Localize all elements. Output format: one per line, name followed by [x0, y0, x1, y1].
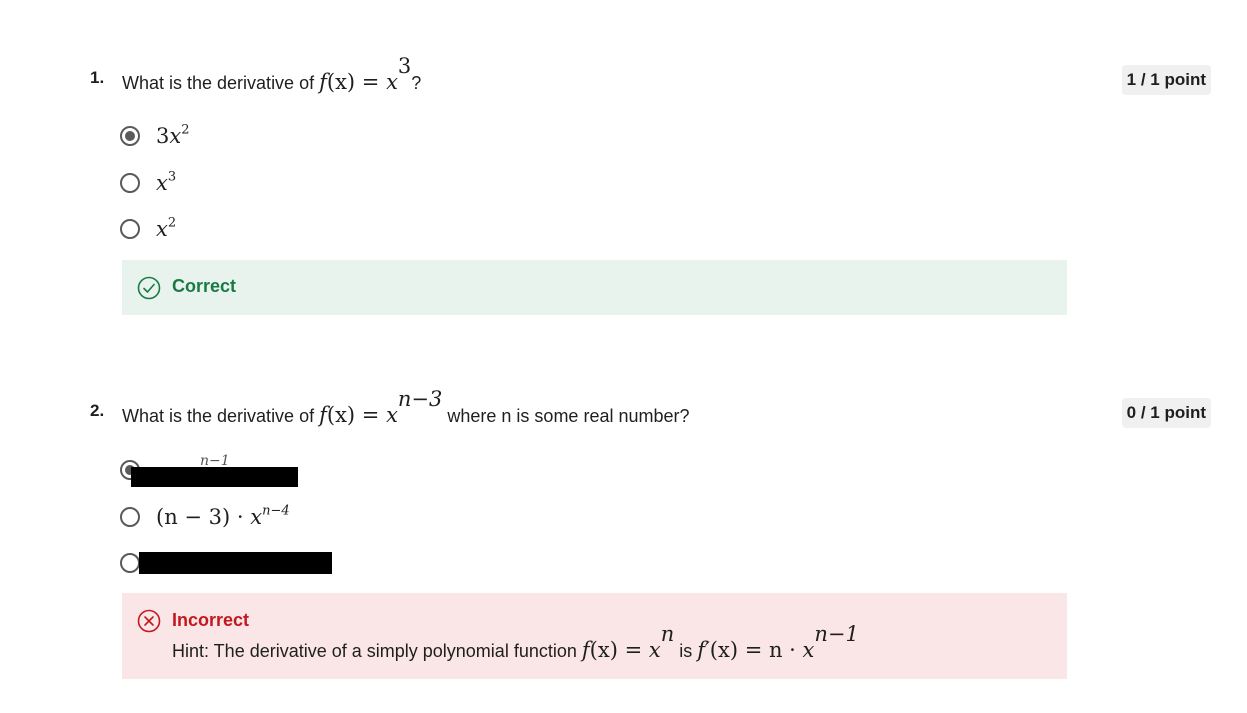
- answer-option[interactable]: (n − 3) · xn−4: [120, 502, 290, 532]
- answer-option[interactable]: [120, 548, 140, 578]
- x-circle-icon: [137, 609, 161, 633]
- feedback-correct: Correct: [122, 260, 1067, 315]
- prompt-text: where n is some real number?: [442, 405, 690, 426]
- feedback-title: Correct: [172, 276, 237, 296]
- option-label: 3x2: [156, 121, 190, 148]
- question-number: 2.: [90, 401, 105, 420]
- feedback-incorrect: Incorrect Hint: The derivative of a simp…: [122, 593, 1067, 679]
- option-label: (n − 3) · xn−4: [156, 502, 290, 529]
- prompt-math: f: [319, 69, 327, 94]
- points-badge: 0 / 1 point: [1121, 398, 1211, 428]
- prompt-math-exponent: 3: [397, 54, 412, 78]
- radio-button[interactable]: [120, 219, 140, 239]
- option-label: x2: [156, 214, 177, 241]
- question-prompt: What is the derivative of f(x) = xn−3 wh…: [122, 389, 690, 427]
- prompt-math: f: [319, 402, 327, 427]
- prompt-math: (x): [326, 402, 356, 427]
- points-badge: 1 / 1 point: [1121, 65, 1211, 95]
- radio-button[interactable]: [120, 126, 140, 146]
- radio-button[interactable]: [120, 553, 140, 573]
- feedback-hint: Hint: The derivative of a simply polynom…: [172, 622, 859, 662]
- prompt-text: What is the derivative of: [122, 72, 320, 93]
- prompt-math: (x): [326, 69, 356, 94]
- feedback-title: Incorrect: [172, 610, 250, 630]
- prompt-math: x: [386, 69, 398, 94]
- answer-option[interactable]: x2: [120, 214, 176, 244]
- prompt-math-exponent: n−3: [397, 387, 443, 411]
- prompt-text: ?: [411, 72, 422, 93]
- radio-button[interactable]: [120, 507, 140, 527]
- check-circle-icon: [137, 276, 161, 300]
- answer-option[interactable]: 3x2: [120, 121, 190, 151]
- option-label: x3: [156, 168, 177, 195]
- radio-button[interactable]: [120, 173, 140, 193]
- prompt-math: =: [355, 69, 387, 94]
- redaction-bar: [139, 552, 332, 574]
- question-number: 1.: [90, 68, 105, 87]
- question-prompt: What is the derivative of f(x) = x3?: [122, 56, 422, 94]
- answer-option[interactable]: x3: [120, 168, 176, 198]
- prompt-text: What is the derivative of: [122, 405, 320, 426]
- prompt-math: =: [355, 402, 387, 427]
- redaction-bar: [131, 467, 298, 487]
- prompt-math: x: [386, 402, 398, 427]
